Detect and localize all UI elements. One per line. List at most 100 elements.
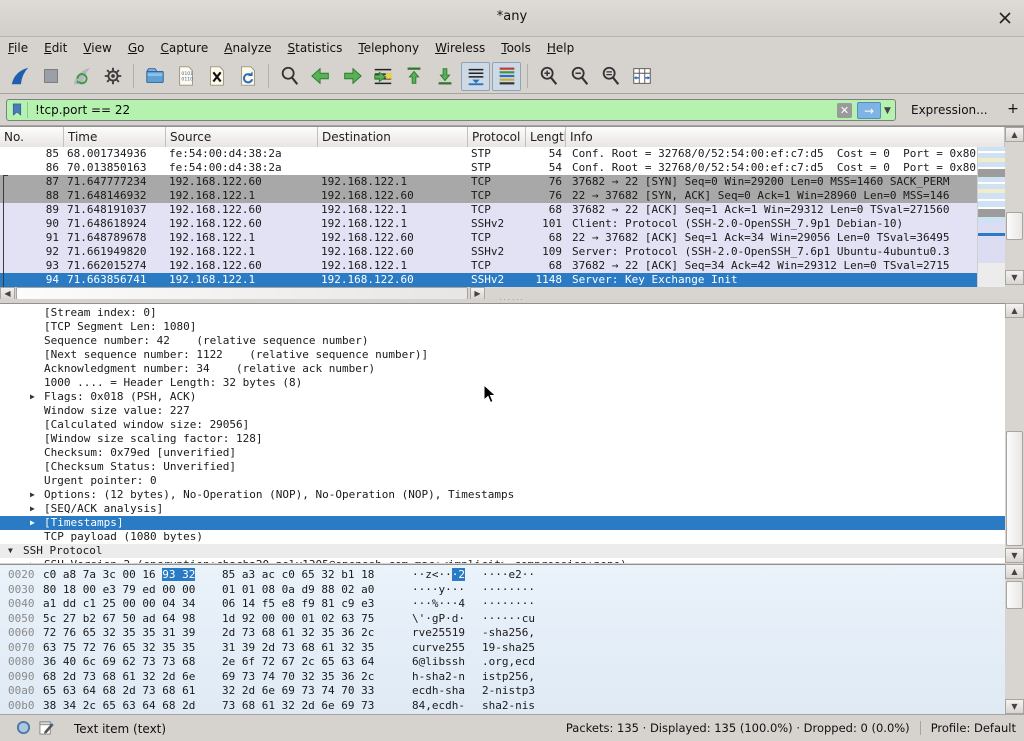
vscroll-thumb[interactable]	[1006, 212, 1023, 240]
detail-line[interactable]: Urgent pointer: 0	[0, 474, 1005, 488]
bytes-scroll-thumb[interactable]	[1006, 581, 1023, 609]
filter-dropdown-icon[interactable]: ▼	[884, 106, 891, 116]
detail-scroll-thumb[interactable]	[1006, 431, 1023, 546]
menu-telephony[interactable]: Telephony	[350, 38, 427, 58]
resize-columns-button[interactable]	[627, 62, 656, 91]
expander-icon[interactable]: ▶	[30, 502, 35, 516]
detail-line[interactable]: [Stream index: 0]	[0, 306, 1005, 320]
zoom-out-button[interactable]	[565, 62, 594, 91]
capture-options-button[interactable]	[98, 62, 127, 91]
auto-scroll-button[interactable]	[461, 62, 490, 91]
scroll-down-icon[interactable]: ▼	[1005, 548, 1024, 563]
column-header-protocol[interactable]: Protocol	[468, 127, 526, 147]
packet-row-86[interactable]: 8670.013850163fe:54:00:d4:38:2aSTP54Conf…	[0, 161, 977, 175]
packet-row-94[interactable]: 9471.663856741192.168.122.1192.168.122.6…	[0, 273, 977, 287]
detail-line[interactable]: Checksum: 0x79ed [unverified]	[0, 446, 1005, 460]
hex-row-0040[interactable]: 0040a1 dd c1 25 00 00 04 3406 14 f5 e8 f…	[0, 597, 1005, 612]
expander-icon[interactable]: ▶	[30, 516, 35, 530]
go-forward-button[interactable]	[337, 62, 366, 91]
detail-line[interactable]: ▶Options: (12 bytes), No-Operation (NOP)…	[0, 488, 1005, 502]
menu-help[interactable]: Help	[539, 38, 582, 58]
profile-selector[interactable]: Profile: Default	[931, 721, 1016, 735]
menu-go[interactable]: Go	[120, 38, 153, 58]
expert-info-icon[interactable]	[16, 720, 31, 738]
detail-line[interactable]: Sequence number: 42 (relative sequence n…	[0, 334, 1005, 348]
add-filter-button[interactable]: +	[1006, 101, 1020, 117]
menu-tools[interactable]: Tools	[493, 38, 539, 58]
detail-line[interactable]: TCP payload (1080 bytes)	[0, 530, 1005, 544]
go-first-button[interactable]	[399, 62, 428, 91]
hex-row-0060[interactable]: 006072 76 65 32 35 35 31 392d 73 68 61 3…	[0, 626, 1005, 641]
hex-row-0050[interactable]: 00505c 27 b2 67 50 ad 64 981d 92 00 00 0…	[0, 612, 1005, 627]
detail-line[interactable]: [Calculated window size: 29056]	[0, 418, 1005, 432]
menu-capture[interactable]: Capture	[152, 38, 216, 58]
hex-row-0030[interactable]: 003080 18 00 e3 79 ed 00 0001 01 08 0a d…	[0, 583, 1005, 598]
menu-analyze[interactable]: Analyze	[216, 38, 279, 58]
hex-row-0070[interactable]: 007063 75 72 76 65 32 35 3531 39 2d 73 6…	[0, 641, 1005, 656]
packet-bytes-pane[interactable]: 0020c0 a8 7a 3c 00 16 93 3285 a3 ac c0 6…	[0, 564, 1005, 714]
packet-minimap[interactable]	[977, 147, 1006, 287]
close-button[interactable]	[996, 9, 1014, 27]
packet-row-87[interactable]: 8771.647777234192.168.122.60192.168.122.…	[0, 175, 977, 189]
packet-row-93[interactable]: 9371.662015274192.168.122.60192.168.122.…	[0, 259, 977, 273]
expander-icon[interactable]: ▼	[8, 544, 13, 558]
packet-list-vscrollbar[interactable]: ▲ ▼	[1005, 127, 1024, 287]
detail-line[interactable]: ▼SSH Protocol	[0, 544, 1005, 558]
start-capture-button[interactable]	[5, 62, 34, 91]
expander-icon[interactable]: ▶	[30, 390, 35, 404]
detail-line[interactable]: ▶Flags: 0x018 (PSH, ACK)	[0, 390, 1005, 404]
column-header-info[interactable]: Info	[566, 127, 1005, 147]
filter-bookmark-icon[interactable]	[9, 102, 28, 118]
hex-row-00a0[interactable]: 00a065 63 64 68 2d 73 68 6132 2d 6e 69 7…	[0, 684, 1005, 699]
packet-row-85[interactable]: 8568.001734936fe:54:00:d4:38:2aSTP54Conf…	[0, 147, 977, 161]
go-last-button[interactable]	[430, 62, 459, 91]
column-header-source[interactable]: Source	[166, 127, 318, 147]
go-to-packet-button[interactable]	[368, 62, 397, 91]
menu-edit[interactable]: Edit	[36, 38, 75, 58]
column-header-time[interactable]: Time	[64, 127, 166, 147]
column-header-destination[interactable]: Destination	[318, 127, 468, 147]
packet-row-90[interactable]: 9071.648618924192.168.122.60192.168.122.…	[0, 217, 977, 231]
detail-line[interactable]: ▶[SEQ/ACK analysis]	[0, 502, 1005, 516]
colorize-button[interactable]	[492, 62, 521, 91]
stop-capture-button[interactable]	[36, 62, 65, 91]
expander-icon[interactable]: ▶	[30, 488, 35, 502]
zoom-original-button[interactable]	[596, 62, 625, 91]
reload-file-button[interactable]	[233, 62, 262, 91]
restart-capture-button[interactable]	[67, 62, 96, 91]
menu-file[interactable]: File	[0, 38, 36, 58]
scroll-down-icon[interactable]: ▼	[1005, 270, 1024, 285]
hex-row-0080[interactable]: 008036 40 6c 69 62 73 73 682e 6f 72 67 2…	[0, 655, 1005, 670]
detail-line[interactable]: Acknowledgment number: 34 (relative ack …	[0, 362, 1005, 376]
zoom-in-button[interactable]	[534, 62, 563, 91]
expression-button[interactable]: Expression...	[911, 103, 988, 117]
packet-row-88[interactable]: 8871.648146932192.168.122.1192.168.122.6…	[0, 189, 977, 203]
detail-line[interactable]: 1000 .... = Header Length: 32 bytes (8)	[0, 376, 1005, 390]
detail-line[interactable]: [Next sequence number: 1122 (relative se…	[0, 348, 1005, 362]
scroll-up-icon[interactable]: ▲	[1005, 564, 1024, 579]
save-file-button[interactable]: 01010110	[171, 62, 200, 91]
bytes-vscrollbar[interactable]: ▲ ▼	[1005, 564, 1024, 714]
display-filter-input[interactable]: !tcp.port == 22 ✕ → ▼	[6, 99, 896, 121]
expander-icon[interactable]: ▶	[30, 558, 35, 563]
find-packet-button[interactable]	[275, 62, 304, 91]
go-back-button[interactable]	[306, 62, 335, 91]
scroll-down-icon[interactable]: ▼	[1005, 699, 1024, 714]
detail-line[interactable]: [TCP Segment Len: 1080]	[0, 320, 1005, 334]
column-header-length[interactable]: Length	[526, 127, 566, 147]
hex-row-0090[interactable]: 009068 2d 73 68 61 32 2d 6e69 73 74 70 3…	[0, 670, 1005, 685]
filter-clear-button[interactable]: ✕	[837, 103, 852, 118]
scroll-up-icon[interactable]: ▲	[1005, 303, 1024, 318]
detail-line[interactable]: Window size value: 227	[0, 404, 1005, 418]
menu-wireless[interactable]: Wireless	[427, 38, 493, 58]
detail-line[interactable]: [Window size scaling factor: 128]	[0, 432, 1005, 446]
detail-line[interactable]: [Checksum Status: Unverified]	[0, 460, 1005, 474]
packet-row-91[interactable]: 9171.648789678192.168.122.1192.168.122.6…	[0, 231, 977, 245]
column-header-no[interactable]: No.	[0, 127, 64, 147]
capture-comment-icon[interactable]	[39, 720, 54, 738]
hex-row-00b0[interactable]: 00b038 34 2c 65 63 64 68 2d73 68 61 32 2…	[0, 699, 1005, 714]
close-file-button[interactable]	[202, 62, 231, 91]
detail-vscrollbar[interactable]: ▲ ▼	[1005, 303, 1024, 563]
open-file-button[interactable]	[140, 62, 169, 91]
packet-row-92[interactable]: 9271.661949820192.168.122.1192.168.122.6…	[0, 245, 977, 259]
